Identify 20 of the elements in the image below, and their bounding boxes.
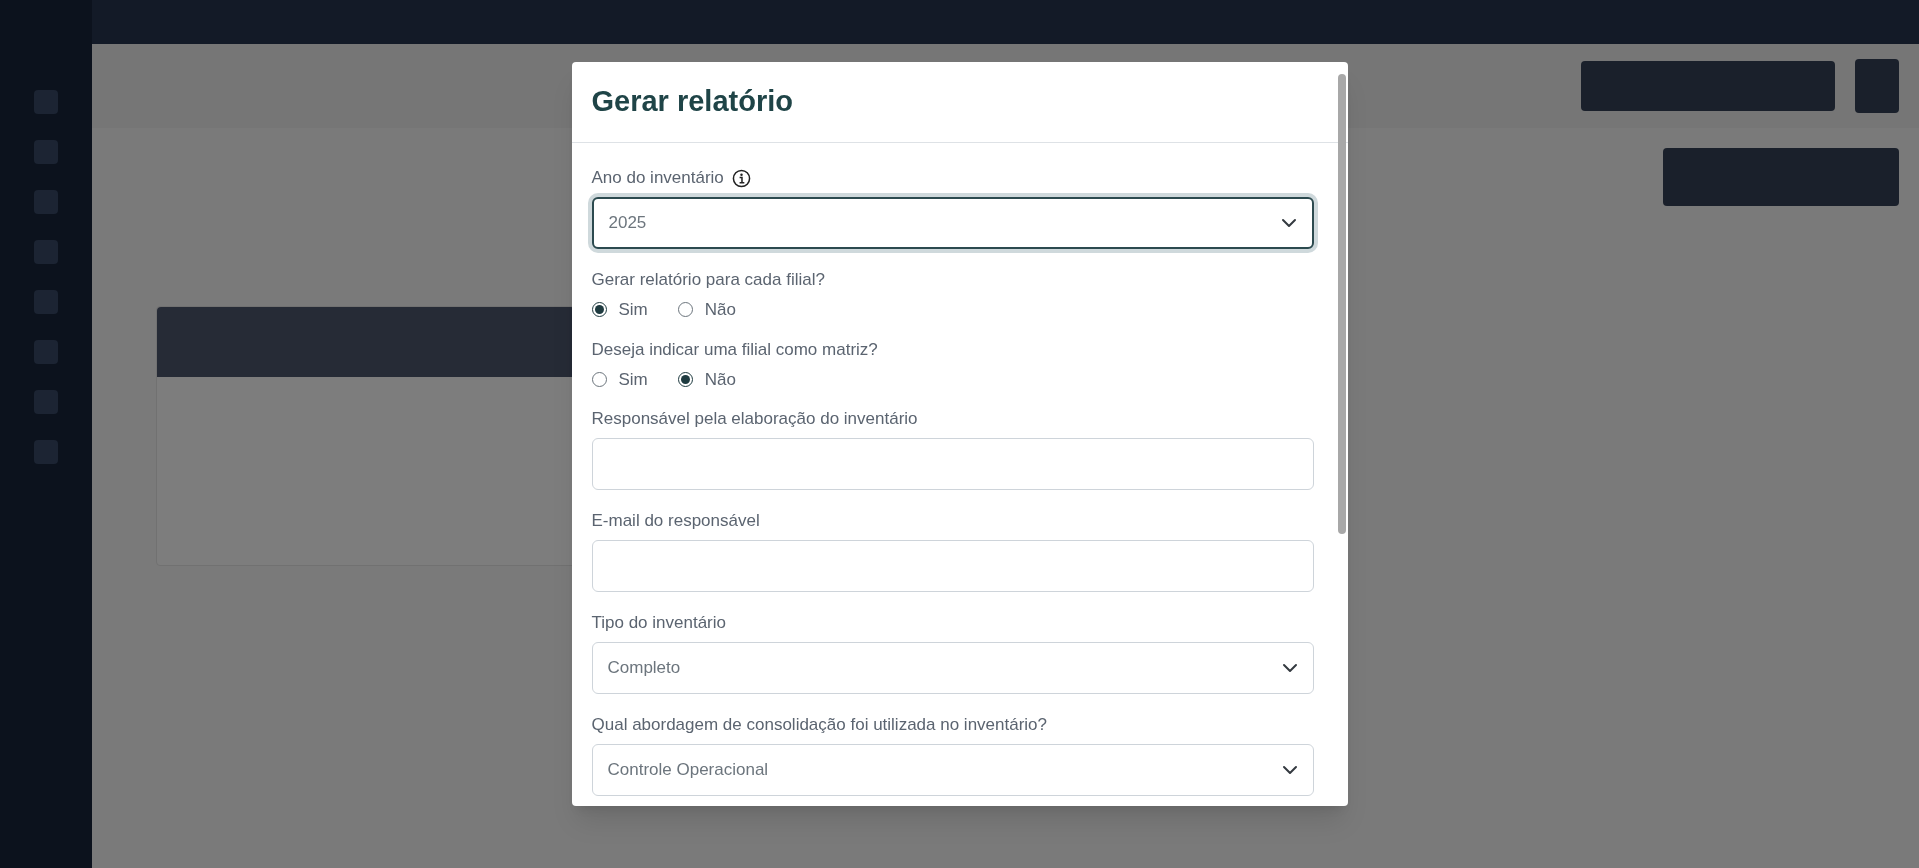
radio-option[interactable]: Não [677, 366, 736, 392]
field-label: Deseja indicar uma filial como matriz? [591, 338, 878, 361]
select-field[interactable]: Completo [591, 642, 1314, 694]
field-label: E-mail do responsável [591, 510, 760, 533]
field-label: Tipo do inventário [591, 612, 726, 635]
field-label: Ano do inventário [591, 167, 724, 190]
field-label: Responsável pela elaboração do inventário [591, 408, 918, 431]
text-field[interactable] [591, 540, 1314, 592]
chevron-down-icon [1280, 218, 1297, 228]
chevron-down-icon [1281, 663, 1298, 673]
modal-title: Gerar relatório [591, 84, 793, 120]
field-label: Qual abordagem de consolidação foi utilizada no inventário? [591, 714, 1048, 737]
radio-option[interactable]: Sim [591, 297, 648, 323]
text-field[interactable] [591, 438, 1314, 490]
radio-option[interactable]: Sim [591, 366, 648, 392]
radio-option[interactable]: Não [677, 297, 736, 323]
select-field[interactable]: Controle Operacional [591, 744, 1314, 796]
field-label: Gerar relatório para cada filial? [591, 269, 825, 292]
chevron-down-icon [1281, 765, 1298, 775]
info-icon[interactable] [731, 168, 751, 188]
